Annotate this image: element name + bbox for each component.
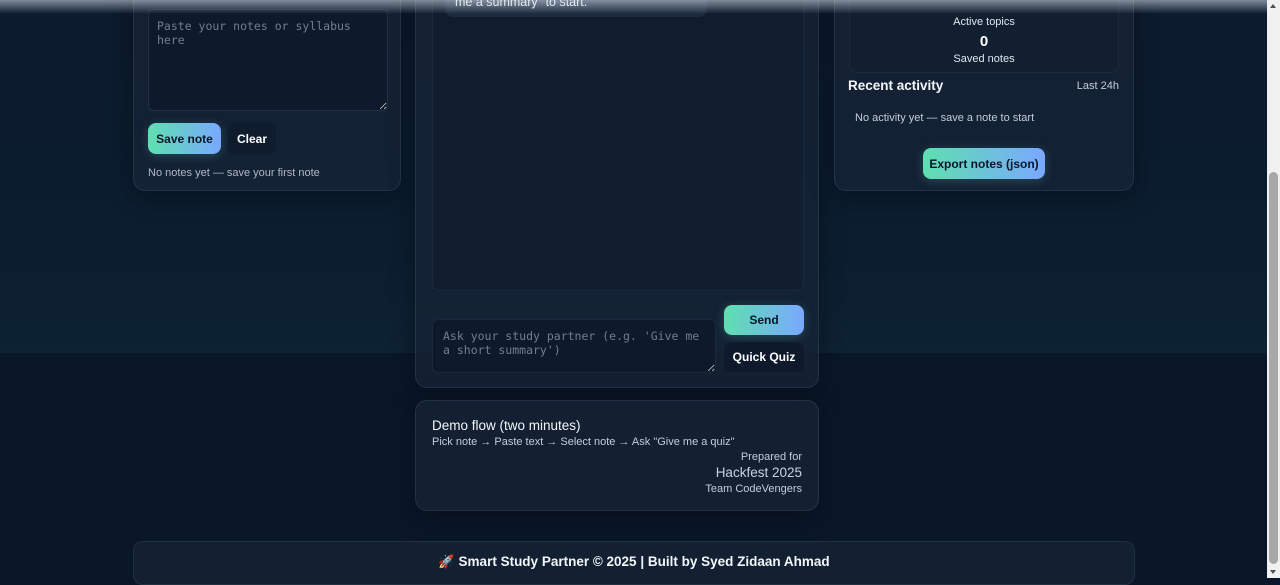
scroll-down-arrow-icon[interactable] <box>1270 570 1276 574</box>
active-topics-label: Active topics <box>953 16 1015 28</box>
send-button[interactable]: Send <box>724 305 804 335</box>
footer-text: Smart Study Partner © 2025 | Built by Sy… <box>458 554 830 569</box>
recent-activity-title: Recent activity <box>848 78 944 93</box>
saved-notes-label: Saved notes <box>953 53 1015 65</box>
scrollbar-thumb[interactable] <box>1269 172 1278 564</box>
saved-notes-count: 0 <box>979 33 989 50</box>
chat-input[interactable] <box>432 319 716 373</box>
chat-message-bubble: me a summary" to start. <box>445 0 707 17</box>
chat-card: me a summary" to start. Send Quick Quiz <box>415 0 819 388</box>
event-name: Hackfest 2025 <box>715 465 802 480</box>
stats-card: Active topics 0 Saved notes Recent activ… <box>834 0 1134 191</box>
activity-empty-state: No activity yet — save a note to start <box>855 112 1035 124</box>
notes-empty-state: No notes yet — save your first note <box>148 167 320 179</box>
scroll-up-arrow-icon[interactable] <box>1270 4 1276 8</box>
quick-quiz-button[interactable]: Quick Quiz <box>724 342 804 372</box>
rocket-icon: 🚀 <box>438 554 455 569</box>
notes-textarea[interactable] <box>148 9 388 111</box>
page-scrollbar[interactable] <box>1267 0 1280 578</box>
chat-messages[interactable]: me a summary" to start. <box>432 0 804 291</box>
team-name: Team CodeVengers <box>705 483 802 495</box>
notes-card: Save note Clear No notes yet — save your… <box>133 0 401 191</box>
export-notes-button[interactable]: Export notes (json) <box>923 148 1045 179</box>
footer: 🚀 Smart Study Partner © 2025 | Built by S… <box>133 541 1135 585</box>
stats-panel: Active topics 0 Saved notes <box>849 0 1119 73</box>
prepared-for-label: Prepared for <box>740 451 802 463</box>
demo-title: Demo flow (two minutes) <box>432 418 581 433</box>
demo-card: Demo flow (two minutes) Pick note → Past… <box>415 400 819 511</box>
save-note-button[interactable]: Save note <box>148 123 221 154</box>
demo-steps: Pick note → Paste text → Select note → A… <box>432 436 735 448</box>
clear-button[interactable]: Clear <box>228 123 276 154</box>
recent-activity-range: Last 24h <box>1076 80 1119 92</box>
